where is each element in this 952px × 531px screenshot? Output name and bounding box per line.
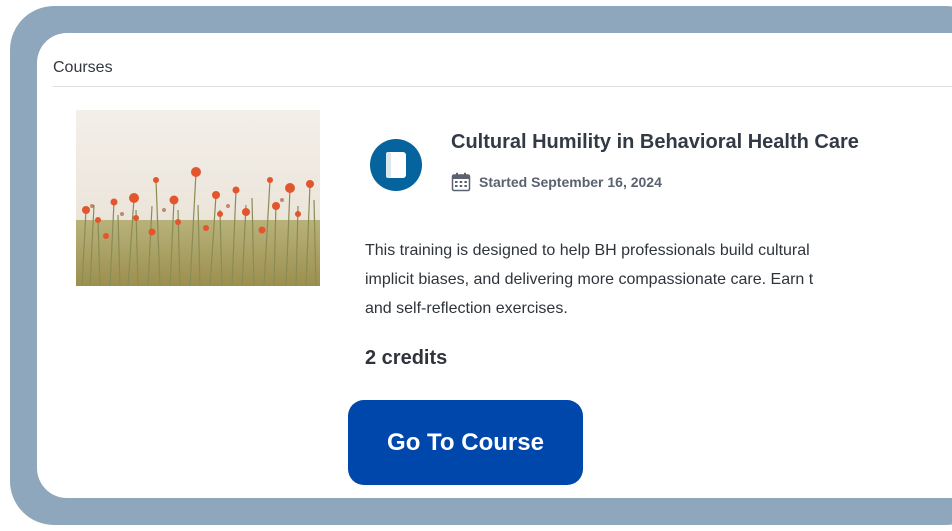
course-description: This training is designed to help BH pro… [365,236,952,323]
calendar-icon [451,172,471,192]
description-line: implicit biases, and delivering more com… [365,271,814,288]
course-thumbnail[interactable] [76,110,320,286]
divider [53,86,952,87]
description-line: and self-reflection exercises. [365,300,568,317]
section-title: Courses [53,59,113,76]
course-start-date: Started September 16, 2024 [451,172,662,192]
course-credits: 2 credits [365,347,448,369]
course-title[interactable]: Cultural Humility in Behavioral Health C… [451,131,859,154]
description-line: This training is designed to help BH pro… [365,242,810,259]
courses-panel: Courses Cultural Humility in Behavioral … [37,33,952,498]
book-icon [370,139,422,191]
go-to-course-button[interactable]: Go To Course [348,400,583,485]
start-date-text: Started September 16, 2024 [479,174,662,190]
